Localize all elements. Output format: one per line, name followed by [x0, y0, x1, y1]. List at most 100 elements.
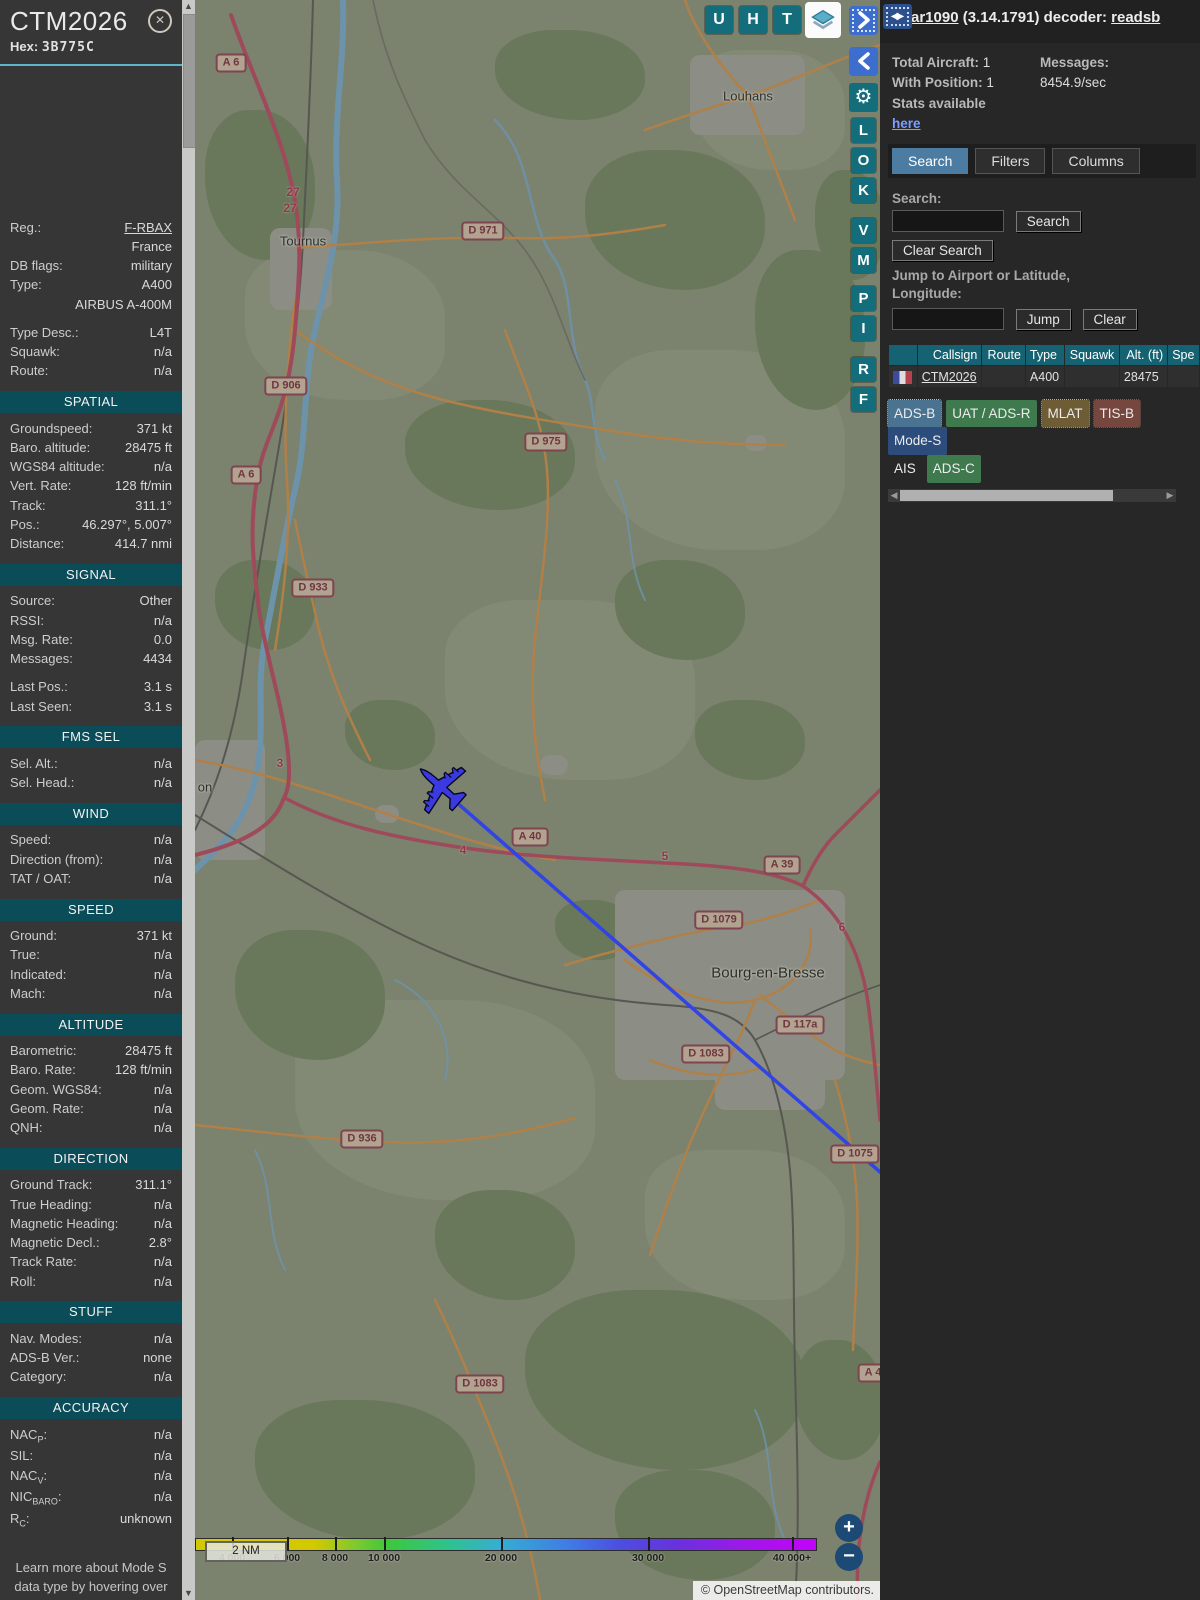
data-value: 128 ft/min: [114, 1062, 172, 1078]
table-horizontal-scrollbar[interactable]: ◀ ▶: [888, 488, 1176, 502]
stats-here-link[interactable]: here: [892, 116, 921, 131]
data-row: SIL: n/a: [0, 1447, 182, 1466]
scroll-left-icon[interactable]: ◀: [888, 489, 900, 502]
jump-input[interactable]: [892, 308, 1004, 331]
info-row: Type Desc.: L4T: [0, 323, 182, 342]
data-value: 46.297°, 5.007°: [82, 516, 172, 532]
data-row: Geom. WGS84: n/a: [0, 1080, 182, 1099]
info-value: France: [131, 238, 172, 254]
data-value: n/a: [153, 851, 172, 867]
road-shield-d971: D 971: [461, 221, 505, 241]
data-row: Sel. Alt.: n/a: [0, 754, 182, 773]
map-button-o[interactable]: O: [851, 148, 876, 173]
clear-search-button[interactable]: Clear Search: [892, 240, 993, 261]
column-header-flag[interactable]: [889, 345, 917, 366]
map-button-v[interactable]: V: [851, 218, 876, 243]
map-button-p[interactable]: P: [851, 286, 876, 311]
data-value: none: [143, 1350, 172, 1365]
data-row: Nav. Modes: n/a: [0, 1329, 182, 1348]
road-shield-d933: D 933: [291, 578, 335, 598]
map-button-f[interactable]: F: [851, 387, 876, 412]
scroll-down-icon[interactable]: ▼: [182, 1587, 195, 1600]
data-value: Other: [139, 593, 172, 609]
info-value: n/a: [153, 363, 172, 379]
column-header-Callsign[interactable]: Callsign: [917, 345, 982, 366]
hscroll-thumb[interactable]: [900, 489, 1113, 501]
data-row: QNH: n/a: [0, 1119, 182, 1138]
filter-badge-uat-ads-r[interactable]: UAT / ADS-R: [946, 399, 1037, 428]
data-label: Geom. WGS84:: [10, 1081, 102, 1097]
data-row: Groundspeed: 371 kt: [0, 419, 182, 438]
map-button-m[interactable]: M: [851, 248, 876, 273]
sidebar-scrollbar[interactable]: ▲ ▼: [182, 0, 196, 1600]
osm-attribution[interactable]: © OpenStreetMap contributors.: [692, 1581, 880, 1600]
select-next-aircraft-button[interactable]: [849, 6, 878, 35]
panel-tabs: Search Filters Columns: [888, 144, 1196, 178]
search-label: Search:: [892, 191, 942, 206]
filter-badge-ads-b[interactable]: ADS-B: [886, 398, 943, 429]
alt-cell: 28475: [1119, 366, 1168, 387]
search-input[interactable]: [892, 210, 1004, 232]
layer-picker-button[interactable]: [805, 2, 841, 38]
scroll-up-icon[interactable]: ▲: [182, 0, 195, 13]
data-label: Roll:: [10, 1273, 37, 1289]
filter-badge-mlat[interactable]: MLAT: [1040, 398, 1090, 429]
filter-badge-tis-b[interactable]: TIS-B: [1092, 398, 1142, 429]
decoder-link[interactable]: readsb: [1111, 9, 1160, 26]
data-label: Category:: [10, 1369, 67, 1385]
exit-number: 4: [459, 843, 467, 857]
zoom-out-button[interactable]: −: [835, 1543, 863, 1571]
tab-search[interactable]: Search: [892, 148, 969, 174]
data-value: n/a: [153, 1330, 172, 1346]
table-row[interactable]: CTM2026 A400 28475: [889, 366, 1199, 387]
zoom-in-button[interactable]: +: [835, 1514, 863, 1542]
column-header-Squawk[interactable]: Squawk: [1065, 345, 1119, 366]
map-button-r[interactable]: R: [851, 357, 876, 382]
tab-filters[interactable]: Filters: [975, 148, 1046, 174]
column-header-Type[interactable]: Type: [1025, 345, 1065, 366]
map-button-h[interactable]: H: [739, 6, 767, 34]
map-button-u[interactable]: U: [705, 6, 733, 34]
scroll-right-icon[interactable]: ▶: [1164, 489, 1176, 502]
data-label: True Heading:: [10, 1196, 92, 1212]
settings-button[interactable]: ⚙: [849, 83, 878, 112]
data-value: 371 kt: [136, 420, 172, 436]
data-row: Messages: 4434: [0, 650, 182, 669]
aircraft-photo-placeholder: [0, 66, 182, 218]
app-title-link[interactable]: tar1090: [906, 9, 959, 26]
filter-badge-mode-s[interactable]: Mode-S: [888, 427, 948, 455]
search-button[interactable]: Search: [1015, 210, 1081, 232]
filter-badge-ais[interactable]: AIS: [888, 455, 922, 483]
column-header-Alt. (ft)[interactable]: Alt. (ft): [1119, 345, 1168, 366]
map-canvas[interactable]: Louhans Tournus Bourg-en-Bresse on A 6 D 971 D…: [195, 0, 880, 1600]
data-value: n/a: [153, 985, 172, 1001]
data-label: Magnetic Heading:: [10, 1215, 119, 1231]
data-row: True Heading: n/a: [0, 1195, 182, 1214]
column-header-Spe[interactable]: Spe: [1168, 345, 1199, 366]
close-icon[interactable]: ✕: [148, 9, 172, 33]
speed-cell: [1168, 366, 1199, 387]
callsign-cell[interactable]: CTM2026: [917, 366, 982, 387]
map-button-k[interactable]: K: [851, 178, 876, 203]
history-toggle-button[interactable]: ◀▶: [883, 4, 912, 29]
section-header-direction: DIRECTION: [0, 1147, 182, 1170]
chevron-right-icon: [857, 11, 870, 29]
legend-tick: [384, 1537, 386, 1551]
callsign-link[interactable]: CTM2026: [922, 370, 977, 384]
tab-columns[interactable]: Columns: [1052, 148, 1140, 174]
select-prev-aircraft-button[interactable]: [849, 47, 878, 76]
column-header-Route[interactable]: Route: [982, 345, 1025, 366]
source-filter-badges: ADS-B UAT / ADS-R MLAT TIS-B Mode-S AIS ADS-C: [886, 398, 1188, 483]
map-button-i[interactable]: I: [851, 316, 876, 341]
type-cell: A400: [1025, 366, 1065, 387]
map-button-t[interactable]: T: [773, 6, 801, 34]
section-header-speed: SPEED: [0, 898, 182, 921]
map-button-l[interactable]: L: [851, 118, 876, 143]
registration-link[interactable]: F-RBAX: [124, 220, 172, 236]
clear-button[interactable]: Clear: [1082, 308, 1137, 330]
data-value: 414.7 nmi: [114, 536, 172, 551]
filter-badge-ads-c[interactable]: ADS-C: [926, 454, 981, 483]
data-row: Last Pos.: 3.1 s: [0, 678, 182, 697]
data-label: Magnetic Decl.:: [10, 1235, 100, 1250]
jump-button[interactable]: Jump: [1015, 308, 1071, 330]
